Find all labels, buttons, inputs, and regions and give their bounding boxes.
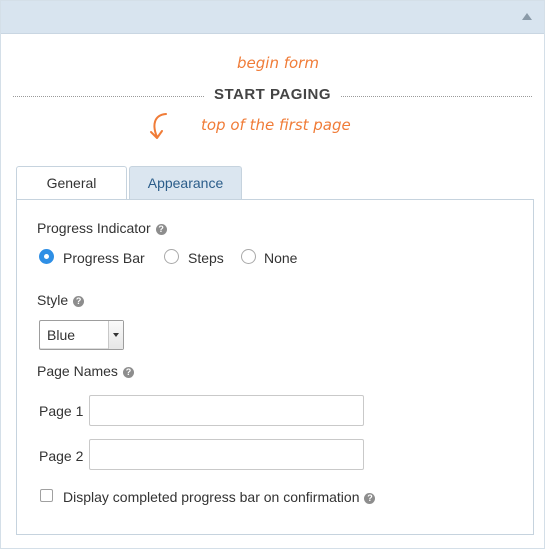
paging-field-settings: begin form START PAGING top of the first… <box>0 0 545 549</box>
style-select[interactable]: Blue <box>39 320 124 350</box>
general-tab-panel: Progress Indicator? Progress Bar Steps N… <box>16 199 534 535</box>
radio-steps-label: Steps <box>188 250 224 266</box>
progress-indicator-heading: Progress Indicator? <box>37 220 167 236</box>
display-completed-checkbox[interactable] <box>40 489 53 502</box>
field-header-bar <box>1 1 544 34</box>
chevron-down-icon <box>108 321 123 349</box>
start-paging-title: START PAGING <box>203 86 342 103</box>
help-icon[interactable]: ? <box>73 296 85 307</box>
help-icon[interactable]: ? <box>122 367 134 378</box>
page-2-label: Page 2 <box>39 448 84 464</box>
style-label: Style <box>37 292 69 308</box>
page-names-heading: Page Names? <box>37 363 134 379</box>
style-select-value: Blue <box>47 327 76 343</box>
radio-progress-bar-label: Progress Bar <box>63 250 145 266</box>
tab-appearance[interactable]: Appearance <box>129 166 242 200</box>
style-heading: Style? <box>37 292 85 308</box>
page-1-label: Page 1 <box>39 403 84 419</box>
top-of-first-page-annotation: top of the first page <box>201 116 351 134</box>
help-icon[interactable]: ? <box>155 224 167 235</box>
radio-steps[interactable] <box>164 249 179 264</box>
progress-indicator-label: Progress Indicator <box>37 220 151 236</box>
page-1-name-input[interactable] <box>89 395 364 426</box>
begin-form-annotation: begin form <box>237 54 319 72</box>
collapse-up-icon[interactable] <box>522 13 532 20</box>
radio-none-label: None <box>264 250 298 266</box>
display-completed-label: Display completed progress bar on confir… <box>63 489 360 505</box>
radio-none[interactable] <box>241 249 256 264</box>
display-completed-row: Display completed progress bar on confir… <box>63 489 376 505</box>
page-names-label: Page Names <box>37 363 118 379</box>
help-icon[interactable]: ? <box>364 493 376 504</box>
tab-general[interactable]: General <box>16 166 127 201</box>
curved-arrow-down-icon <box>150 113 167 139</box>
radio-progress-bar[interactable] <box>39 249 54 264</box>
page-2-name-input[interactable] <box>89 439 364 470</box>
